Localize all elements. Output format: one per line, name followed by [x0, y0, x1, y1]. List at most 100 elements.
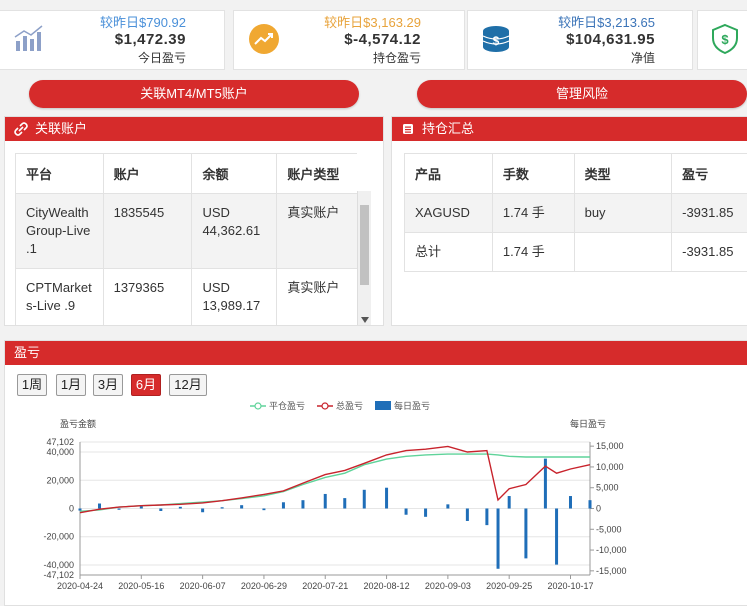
daily-pnl-bar — [201, 509, 204, 513]
legend-swatch — [375, 401, 391, 410]
scroll-down-arrow-icon[interactable] — [361, 317, 369, 323]
right-tick-label: -10,000 — [596, 545, 627, 555]
list-icon — [401, 122, 415, 136]
left-axis-ticks: 47,10240,000 20,000 0 -20,000 -40,000-47,102 — [43, 437, 74, 580]
equity-prev: 较昨日$3,213.65 — [558, 15, 655, 30]
cell-product: 总计 — [405, 233, 493, 272]
table-row[interactable]: CPTMarkets-Live .9 1379365 USD 13,989.17… — [16, 269, 358, 326]
left-tick-label: -47,102 — [43, 570, 74, 580]
daily-pnl-bar — [589, 500, 592, 508]
daily-pnl-bar — [424, 509, 427, 517]
linked-accounts-header: 关联账户 — [5, 117, 383, 141]
equity-text: 较昨日$3,213.65 $104,631.95 净值 — [558, 15, 655, 66]
dollar-coins-icon: $ — [480, 23, 512, 55]
daily-pnl-bar — [282, 502, 285, 508]
today-pnl-text: 较昨日$790.92 $1,472.39 今日盈亏 — [100, 15, 186, 66]
risk-card[interactable]: $ — [697, 10, 747, 70]
table-row[interactable]: XAGUSD 1.74 手 buy -3931.85 — [405, 194, 747, 233]
daily-pnl-bar — [79, 509, 82, 511]
x-tick-label: 2020-09-03 — [425, 581, 471, 591]
daily-pnl-bar — [179, 507, 182, 509]
period-6m-button[interactable]: 6月 — [131, 374, 161, 396]
accounts-scrollbar-thumb[interactable] — [360, 205, 369, 285]
linked-accounts-panel: 关联账户 平台 账户 余额 账户类型 CityWealthGroup-Live … — [4, 116, 384, 326]
cell-type: 真实账户 — [277, 194, 357, 269]
legend-marker — [255, 403, 261, 409]
stats-bar: 较昨日$790.92 $1,472.39 今日盈亏 较昨日$3,163.29 $… — [0, 0, 747, 74]
left-tick-label: 0 — [69, 504, 74, 514]
daily-pnl-bar — [466, 509, 469, 521]
left-tick-label: 47,102 — [46, 437, 74, 447]
positions-table-header: 产品 手数 类型 盈亏 — [405, 154, 747, 194]
daily-pnl-bar — [221, 507, 224, 508]
today-pnl-card: 较昨日$790.92 $1,472.39 今日盈亏 — [0, 10, 225, 70]
left-tick-label: -40,000 — [43, 560, 74, 570]
right-tick-label: 10,000 — [596, 462, 624, 472]
left-tick-label: 40,000 — [46, 447, 74, 457]
col-type: 类型 — [574, 154, 672, 194]
chart-legend: 平仓盈亏总盈亏每日盈亏 — [250, 400, 430, 411]
x-tick-label: 2020-06-07 — [180, 581, 226, 591]
legend-label: 每日盈亏 — [394, 400, 430, 411]
cell-account: 1835545 — [103, 194, 192, 269]
daily-pnl-bar — [508, 496, 511, 508]
daily-pnl-bar — [524, 509, 527, 559]
cell-lots: 1.74 手 — [492, 194, 574, 233]
closed-pnl-line — [80, 454, 590, 511]
x-tick-label: 2020-07-21 — [302, 581, 348, 591]
today-pnl-prev: 较昨日$790.92 — [100, 15, 186, 30]
cell-balance: USD 13,989.17 — [192, 269, 277, 326]
col-balance: 余额 — [192, 154, 277, 194]
right-tick-label: 0 — [596, 504, 601, 514]
legend-label: 总盈亏 — [336, 400, 363, 411]
accounts-table-header: 平台 账户 余额 账户类型 — [16, 154, 358, 194]
bar-chart-icon — [12, 23, 44, 55]
accounts-table: 平台 账户 余额 账户类型 CityWealthGroup-Live .1 18… — [15, 153, 357, 325]
manage-risk-button[interactable]: 管理风险 — [417, 80, 747, 108]
accounts-scrollbar[interactable] — [357, 191, 371, 325]
cell-account: 1379365 — [103, 269, 192, 326]
left-axis-title: 盈亏金额 — [60, 418, 96, 429]
x-tick-label: 2020-05-16 — [118, 581, 164, 591]
trend-up-icon — [248, 23, 280, 55]
daily-pnl-bar — [301, 500, 304, 508]
positions-summary-panel: 持仓汇总 产品 手数 类型 盈亏 XAGUSD 1.74 手 buy -3931… — [391, 116, 747, 326]
cell-platform: CPTMarkets-Live .9 — [16, 269, 104, 326]
cell-platform: CityWealthGroup-Live .1 — [16, 194, 104, 269]
position-pnl-prev: 较昨日$3,163.29 — [324, 15, 421, 30]
x-axis-ticks: 2020-04-242020-05-162020-06-072020-06-29… — [57, 575, 594, 591]
cell-lots: 1.74 手 — [492, 233, 574, 272]
equity-value: $104,631.95 — [558, 30, 655, 50]
equity-label: 净值 — [558, 50, 655, 66]
daily-pnl-bar — [497, 509, 500, 569]
daily-pnl-bar — [485, 509, 488, 526]
daily-pnl-bar — [262, 509, 265, 511]
daily-pnl-bar — [363, 490, 366, 509]
left-tick-label: 20,000 — [46, 475, 74, 485]
period-1m-button[interactable]: 1月 — [56, 374, 86, 396]
col-pnl: 盈亏 — [672, 154, 747, 194]
table-row[interactable]: 总计 1.74 手 -3931.85 — [405, 233, 747, 272]
left-tick-label: -20,000 — [43, 532, 74, 542]
chart-lines — [80, 446, 590, 512]
period-1w-button[interactable]: 1周 — [17, 374, 47, 396]
right-tick-label: 5,000 — [596, 483, 619, 493]
right-tick-label: -5,000 — [596, 524, 622, 534]
position-pnl-card: 较昨日$3,163.29 $-4,574.12 持仓盈亏 — [233, 10, 465, 70]
right-tick-label: 15,000 — [596, 441, 624, 451]
right-tick-label: -15,000 — [596, 566, 627, 576]
positions-table: 产品 手数 类型 盈亏 XAGUSD 1.74 手 buy -3931.85 总… — [404, 153, 747, 272]
cell-pnl: -3931.85 — [672, 194, 747, 233]
x-tick-label: 2020-09-25 — [486, 581, 532, 591]
svg-text:$: $ — [721, 32, 729, 47]
period-3m-button[interactable]: 3月 — [93, 374, 123, 396]
today-pnl-label: 今日盈亏 — [100, 50, 186, 66]
pnl-title: 盈亏 — [14, 345, 40, 360]
chart-grid — [80, 442, 590, 575]
link-accounts-button[interactable]: 关联MT4/MT5账户 — [29, 80, 359, 108]
table-row[interactable]: CityWealthGroup-Live .1 1835545 USD 44,3… — [16, 194, 358, 269]
cell-pnl: -3931.85 — [672, 233, 747, 272]
period-12m-button[interactable]: 12月 — [169, 374, 207, 396]
cell-balance: USD 44,362.61 — [192, 194, 277, 269]
positions-summary-header: 持仓汇总 — [392, 117, 747, 141]
